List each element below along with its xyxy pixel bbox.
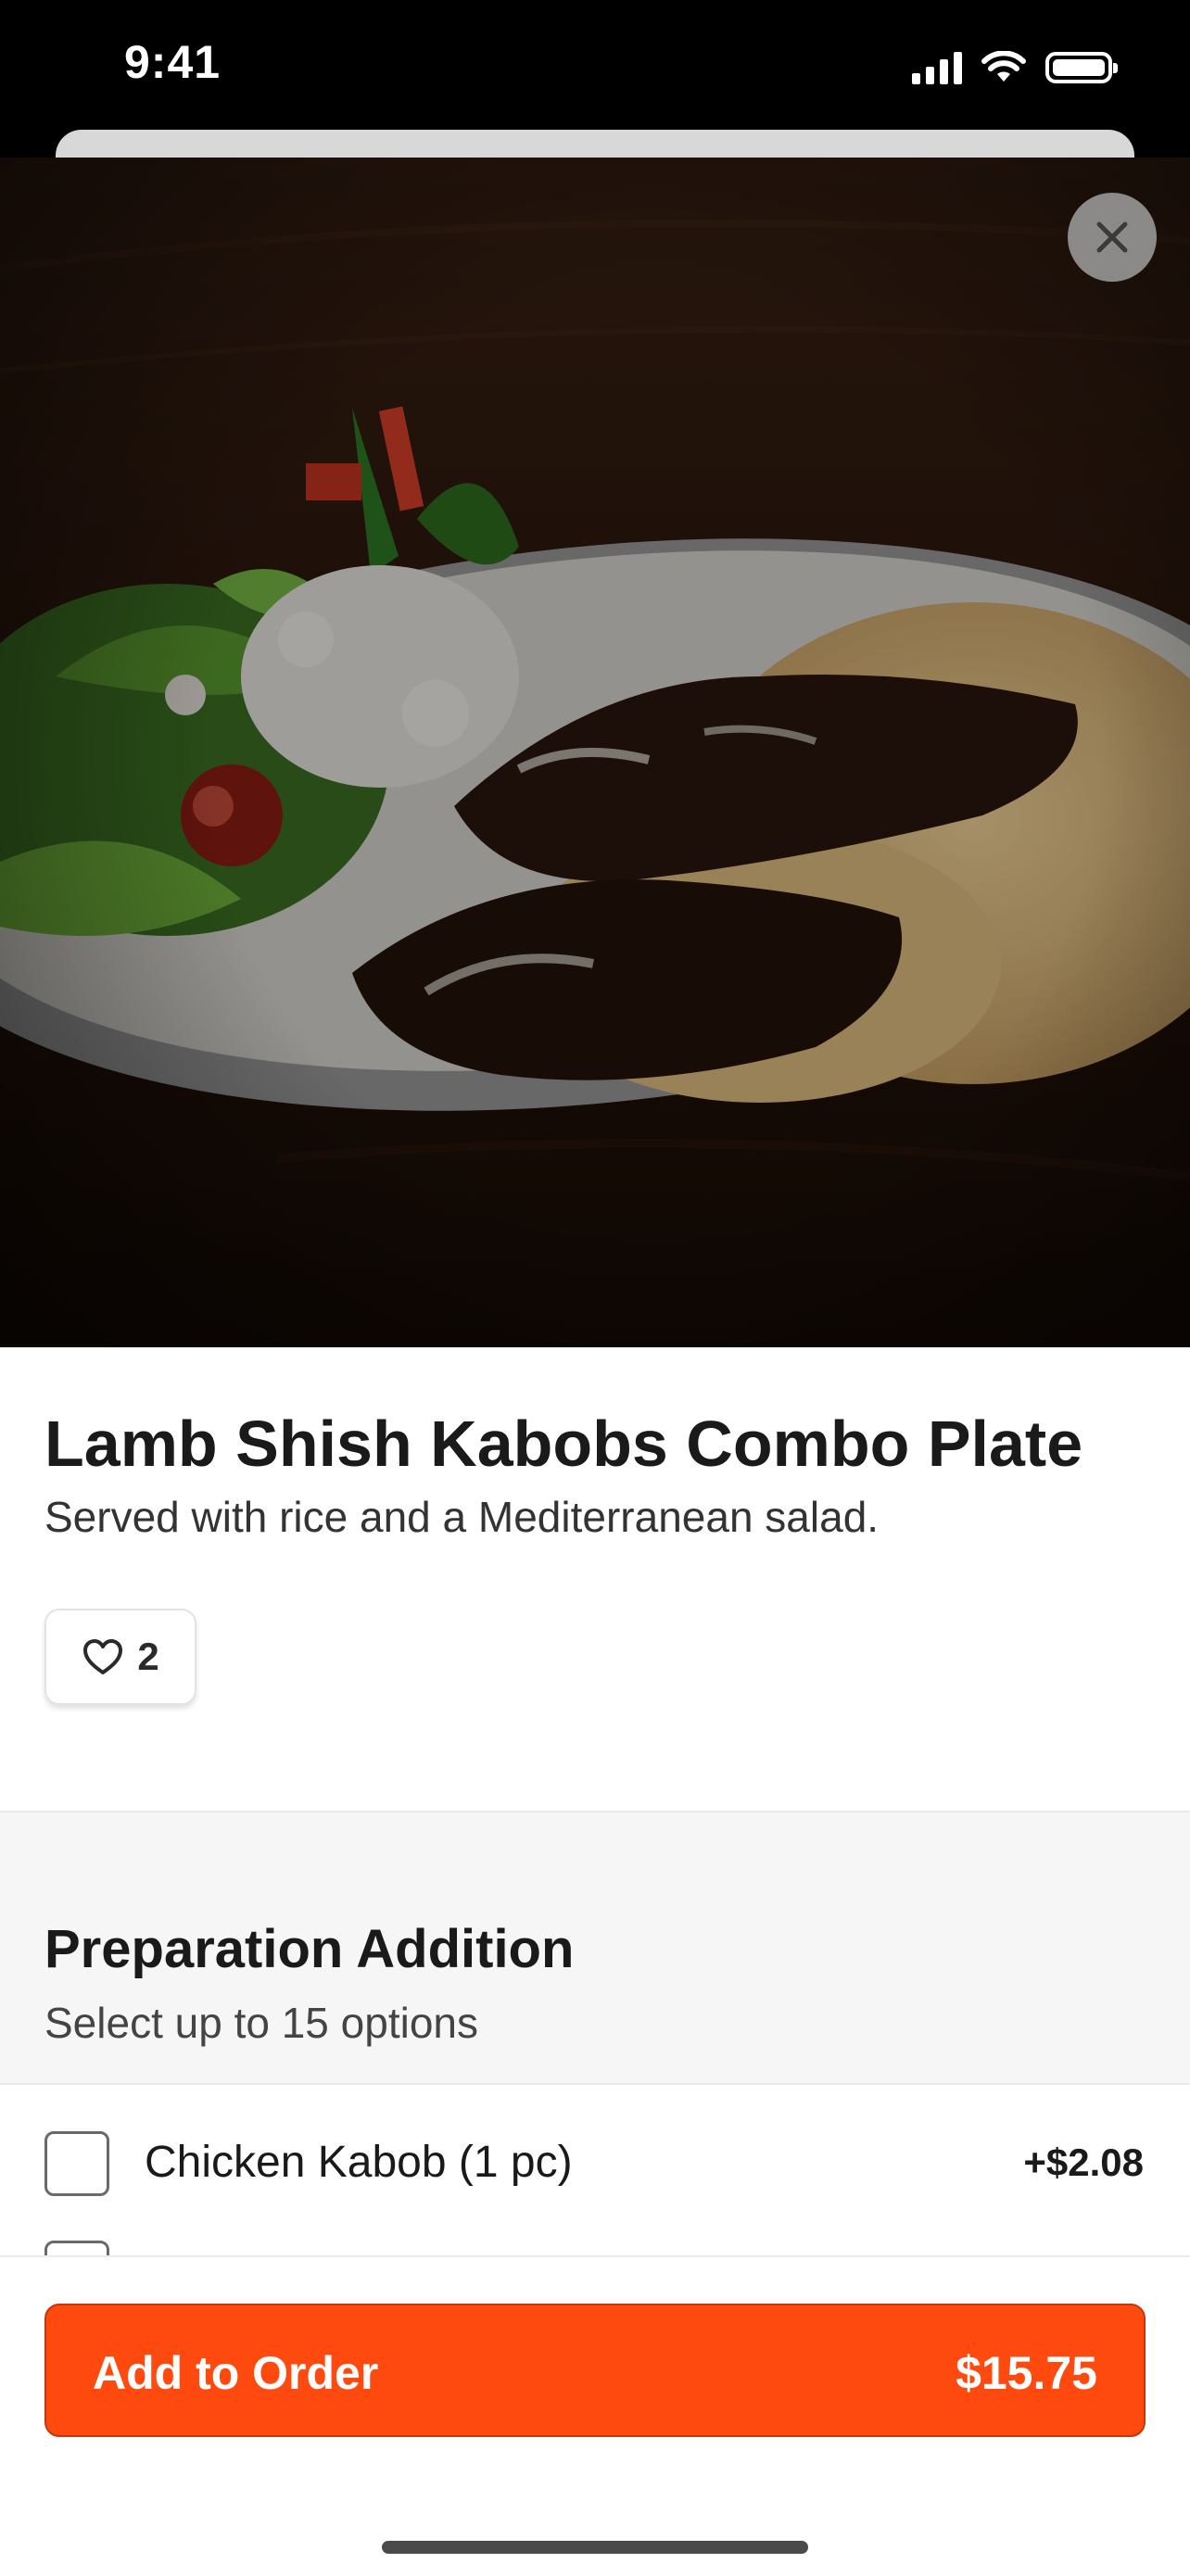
item-info: Lamb Shish Kabobs Combo Plate Served wit… — [0, 1347, 1190, 1811]
option-price: +$2.08 — [1023, 2140, 1144, 2184]
close-button[interactable] — [1068, 193, 1157, 282]
status-bar: 9:41 — [0, 0, 1190, 130]
status-time: 9:41 — [124, 36, 222, 88]
heart-icon — [83, 1639, 123, 1674]
bottom-action-bar: Add to Order $15.75 — [0, 2255, 1190, 2576]
order-total-price: $15.75 — [956, 2347, 1097, 2399]
add-to-order-button[interactable]: Add to Order $15.75 — [44, 2304, 1146, 2437]
section-title: Preparation Addition — [44, 1919, 575, 1979]
home-indicator — [382, 2541, 808, 2554]
item-description: Served with rice and a Mediterranean sal… — [44, 1493, 880, 1541]
section-subtitle: Select up to 15 options — [44, 1999, 478, 2047]
option-checkbox[interactable] — [44, 2131, 109, 2196]
battery-icon — [1045, 52, 1118, 83]
section-header-preparation-addition: Preparation Addition Select up to 15 opt… — [0, 1811, 1190, 2085]
wifi-icon — [981, 51, 1026, 82]
item-photo — [0, 158, 1190, 1347]
option-label: Chicken Kabob (1 pc) — [145, 2138, 573, 2187]
item-detail-sheet: Lamb Shish Kabobs Combo Plate Served wit… — [0, 158, 1190, 2574]
add-to-order-label: Add to Order — [93, 2347, 379, 2399]
item-title: Lamb Shish Kabobs Combo Plate — [44, 1408, 1083, 1480]
option-row-chicken-kabob[interactable]: Chicken Kabob (1 pc) +$2.08 — [0, 2085, 1190, 2241]
close-icon — [1096, 221, 1128, 253]
like-count: 2 — [137, 1635, 159, 1678]
cellular-signal-icon — [912, 51, 962, 84]
like-button[interactable]: 2 — [44, 1609, 196, 1705]
status-icons — [912, 46, 1118, 89]
